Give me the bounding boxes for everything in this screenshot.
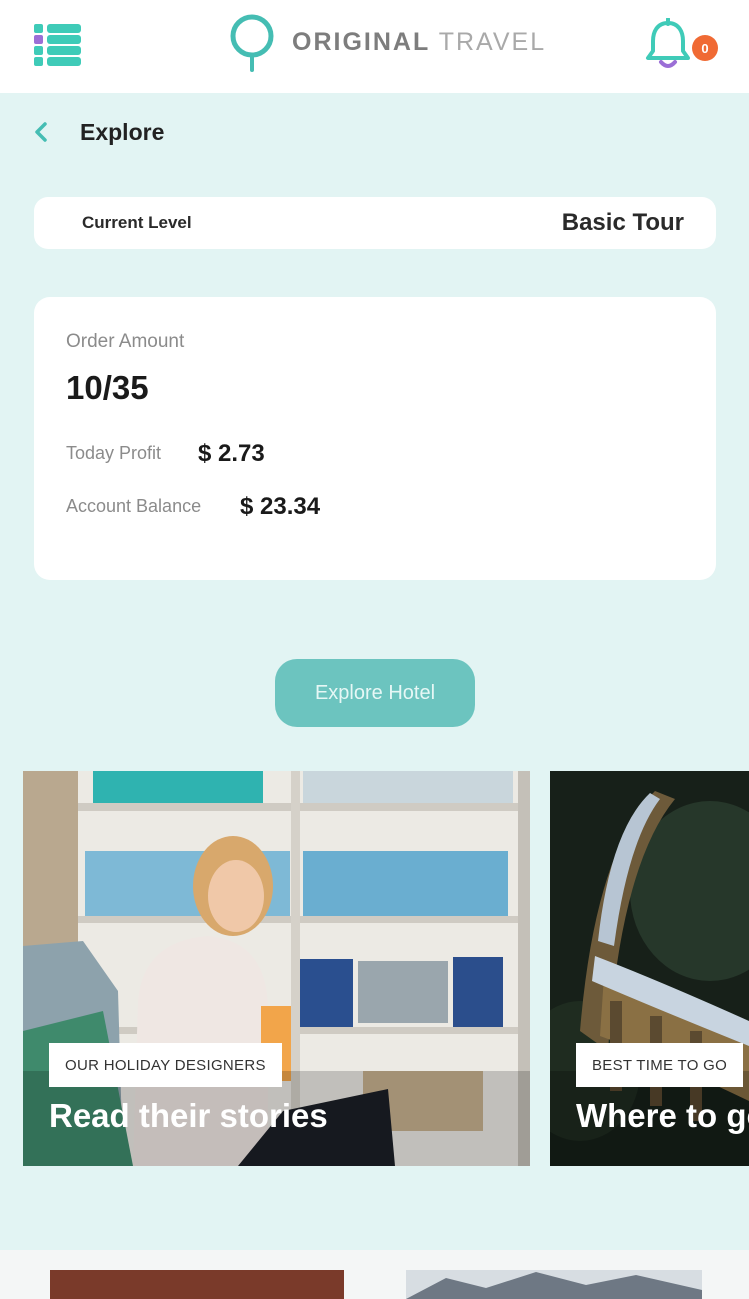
destination-thumbnail[interactable] bbox=[50, 1270, 344, 1299]
current-level-label: Current Level bbox=[82, 213, 192, 232]
account-stats-card: Order Amount 10/35 Today Profit $ 2.73 A… bbox=[34, 297, 716, 580]
story-title: Where to go bbox=[576, 1097, 749, 1134]
order-amount-value: 10/35 bbox=[66, 369, 149, 406]
menu-grid-icon[interactable] bbox=[32, 22, 84, 68]
notifications-button[interactable]: 0 bbox=[642, 18, 722, 74]
story-tag: OUR HOLIDAY DESIGNERS bbox=[49, 1043, 282, 1087]
order-amount-label: Order Amount bbox=[66, 331, 185, 352]
story-card-holiday-designers[interactable]: OUR HOLIDAY DESIGNERS Read their stories bbox=[23, 771, 530, 1166]
bell-icon bbox=[646, 18, 690, 68]
story-title: Read their stories bbox=[49, 1097, 328, 1134]
app-header: ORIGINAL TRAVEL 0 bbox=[0, 0, 749, 93]
brand-name-light: TRAVEL bbox=[438, 27, 547, 56]
notification-badge: 0 bbox=[692, 35, 718, 61]
current-level-value: Basic Tour bbox=[561, 209, 684, 236]
destination-thumbnail[interactable] bbox=[406, 1270, 702, 1299]
location-pin-icon bbox=[230, 14, 274, 72]
mountain-photo bbox=[406, 1270, 702, 1299]
brand-name: ORIGINAL TRAVEL bbox=[292, 28, 546, 57]
current-level-card: Current Level Basic Tour bbox=[34, 197, 716, 249]
brand-logo[interactable]: ORIGINAL TRAVEL bbox=[228, 12, 546, 72]
story-card-best-time[interactable]: BEST TIME TO GO Where to go bbox=[550, 771, 749, 1166]
account-balance-label: Account Balance bbox=[66, 496, 202, 516]
today-profit-value: $ 2.73 bbox=[198, 440, 265, 467]
today-profit-label: Today Profit bbox=[66, 443, 162, 463]
brand-name-bold: ORIGINAL bbox=[292, 27, 431, 56]
page-title: Explore bbox=[80, 119, 165, 145]
chevron-left-icon[interactable] bbox=[28, 116, 56, 148]
account-balance-value: $ 23.34 bbox=[240, 493, 321, 520]
explore-hotel-button[interactable]: Explore Hotel bbox=[275, 659, 475, 727]
story-tag: BEST TIME TO GO bbox=[576, 1043, 744, 1087]
